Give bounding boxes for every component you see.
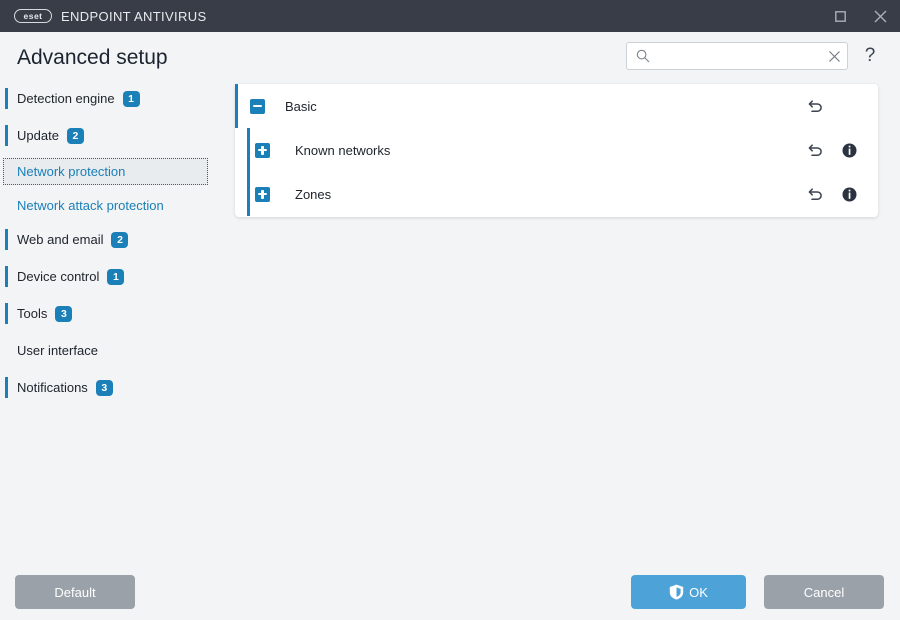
sidebar-item-device-control[interactable]: Device control 1	[0, 262, 225, 291]
sidebar-accent-bar	[5, 377, 8, 398]
sidebar-item-label: Detection engine	[17, 91, 115, 106]
settings-tree-panel: Basic Known networks Zones	[235, 84, 878, 217]
tree-row-label: Basic	[285, 98, 317, 114]
row-accent-bar	[247, 128, 250, 172]
row-actions	[798, 177, 866, 211]
row-accent-bar	[247, 172, 250, 216]
sidebar-item-label: Tools	[17, 306, 48, 321]
advanced-setup-window: eset ENDPOINT ANTIVIRUS Advanced setup ?…	[0, 0, 900, 620]
eset-logo-text: eset	[23, 11, 43, 21]
clear-x-icon	[828, 50, 840, 62]
search-clear-button[interactable]	[821, 43, 847, 69]
app-title: ENDPOINT ANTIVIRUS	[61, 8, 207, 24]
sidebar-item-web-and-email[interactable]: Web and email 2	[0, 225, 225, 254]
maximize-icon	[834, 10, 846, 22]
cancel-button[interactable]: Cancel	[764, 575, 884, 609]
sidebar-item-update[interactable]: Update 2	[0, 121, 225, 150]
sidebar-accent-bar	[5, 266, 8, 287]
sidebar-item-label: Network attack protection	[17, 197, 164, 213]
sidebar-item-detection-engine[interactable]: Detection engine 1	[0, 84, 225, 113]
sidebar-item-badge: 2	[111, 231, 129, 248]
default-button[interactable]: Default	[15, 575, 135, 609]
sidebar-item-label: Network protection	[17, 164, 126, 179]
ok-button[interactable]: OK	[631, 575, 746, 609]
sidebar-item-label: Web and email	[17, 232, 104, 247]
help-question-icon: ?	[864, 45, 876, 66]
help-button[interactable]: ?	[858, 44, 882, 68]
tree-row-known-networks[interactable]: Known networks	[235, 128, 878, 172]
sidebar-item-network-protection[interactable]: Network protection	[3, 158, 208, 185]
info-circle-icon	[842, 143, 856, 157]
expand-plus-icon[interactable]	[255, 186, 270, 202]
sidebar-accent-bar	[5, 125, 8, 146]
undo-arrow-icon	[808, 187, 822, 200]
sidebar-accent-bar	[5, 303, 8, 324]
collapse-minus-icon[interactable]	[250, 98, 265, 114]
ok-button-label: OK	[689, 584, 708, 600]
page-title: Advanced setup	[17, 46, 168, 69]
maximize-button[interactable]	[820, 0, 860, 32]
row-actions	[798, 133, 866, 167]
sidebar-item-label: User interface	[17, 343, 98, 358]
sidebar-item-badge: 2	[66, 127, 84, 144]
shield-icon	[669, 584, 684, 600]
search-input[interactable]	[657, 49, 821, 63]
revert-button[interactable]	[798, 89, 832, 123]
sidebar-item-label: Update	[17, 128, 59, 143]
sidebar-item-badge: 3	[95, 379, 113, 396]
info-button[interactable]	[832, 177, 866, 211]
sidebar-item-notifications[interactable]: Notifications 3	[0, 373, 225, 402]
close-icon	[874, 10, 886, 22]
row-accent-bar	[235, 84, 238, 128]
window-controls	[820, 0, 900, 32]
sidebar-item-badge: 3	[55, 305, 73, 322]
sidebar-item-badge: 1	[107, 268, 125, 285]
tree-row-basic[interactable]: Basic	[235, 84, 878, 128]
undo-arrow-icon	[808, 99, 822, 112]
tree-row-label: Known networks	[295, 142, 391, 158]
sidebar-item-badge: 1	[122, 90, 140, 107]
default-button-label: Default	[54, 584, 96, 600]
title-bar: eset ENDPOINT ANTIVIRUS	[0, 0, 900, 32]
revert-button[interactable]	[798, 177, 832, 211]
expand-plus-icon[interactable]	[255, 142, 270, 158]
row-actions	[798, 89, 866, 123]
search-box[interactable]	[626, 42, 848, 70]
sidebar-item-label: Device control	[17, 269, 100, 284]
undo-arrow-icon	[808, 143, 822, 156]
cancel-button-label: Cancel	[803, 584, 845, 600]
sidebar-accent-bar	[5, 229, 8, 250]
eset-logo: eset	[14, 9, 52, 23]
sidebar-item-label: Notifications	[17, 380, 88, 395]
sidebar: Detection engine 1 Update 2 Network prot…	[0, 84, 225, 410]
revert-button[interactable]	[798, 133, 832, 167]
tree-row-zones[interactable]: Zones	[235, 172, 878, 216]
sidebar-accent-bar	[5, 88, 8, 109]
info-button[interactable]	[832, 133, 866, 167]
sidebar-item-tools[interactable]: Tools 3	[0, 299, 225, 328]
close-button[interactable]	[860, 0, 900, 32]
sidebar-item-user-interface[interactable]: User interface	[0, 336, 225, 365]
search-icon	[636, 49, 650, 63]
info-circle-icon	[842, 187, 856, 201]
sidebar-item-network-attack-protection[interactable]: Network attack protection	[0, 193, 225, 217]
tree-row-label: Zones	[295, 186, 332, 202]
